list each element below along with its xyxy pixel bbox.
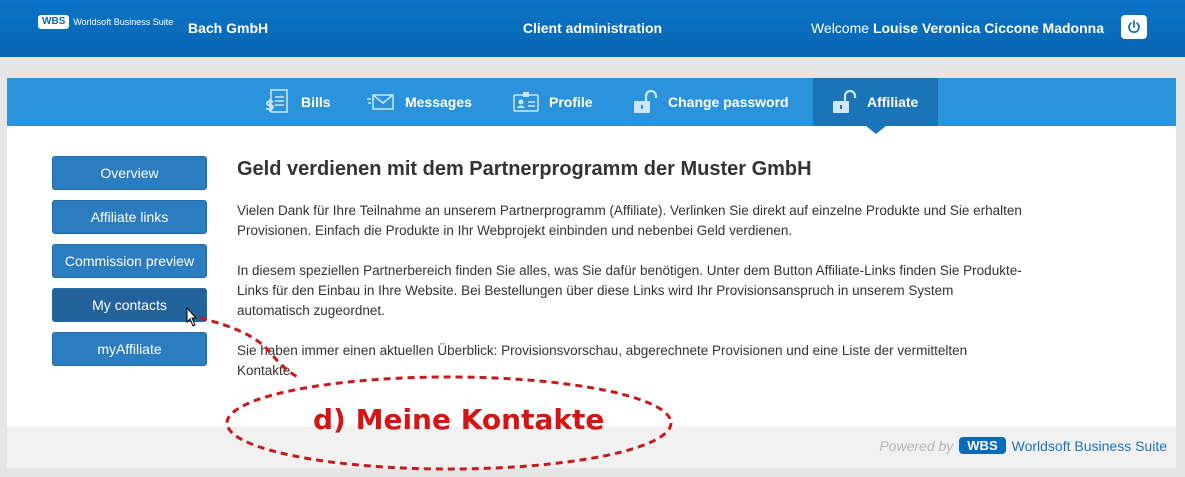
logout-button[interactable] [1121,15,1147,39]
button-label: Overview [100,165,159,181]
top-header: WBS Worldsoft Business Suite Bach GmbH C… [0,0,1185,57]
tab-label: Change password [668,94,789,110]
power-icon [1128,20,1140,34]
sidebar-commission-preview-button[interactable]: Commission preview [52,244,207,278]
sidebar-my-contacts-button[interactable]: My contacts [52,288,207,322]
tab-label: Bills [301,94,331,110]
welcome-text: Welcome Louise Veronica Ciccone Madonna [811,20,1104,36]
id-card-icon [513,92,539,112]
powered-by[interactable]: Powered by WBS Worldsoft Business Suite [879,437,1167,454]
content-paragraph: In diesem speziellen Partnerbereich find… [237,263,1022,318]
unlock-icon [833,89,857,113]
tab-change-password[interactable]: Change password [618,78,803,126]
tab-label: Messages [405,94,472,110]
content-paragraph: Sie haben immer einen aktuellen Überblic… [237,343,968,378]
content-paragraph: Vielen Dank für Ihre Teilnahme an unsere… [237,203,1022,238]
tab-profile[interactable]: Profile [499,78,607,126]
content-heading: Geld verdienen mit dem Partnerprogramm d… [237,158,812,180]
logo-box: WBS [38,15,70,29]
tab-label: Profile [549,94,593,110]
button-label: Commission preview [64,253,195,269]
tab-label: Affiliate [867,94,919,110]
tab-bar: $ Bills Messages Profile Change password… [7,78,1176,134]
suite-name: Worldsoft Business Suite [1011,437,1167,454]
sidebar-myaffiliate-button[interactable]: myAffiliate [52,332,207,366]
sidebar-overview-button[interactable]: Overview [52,156,207,190]
sidebar-affiliate-links-button[interactable]: Affiliate links [52,200,207,234]
bill-icon: $ [265,89,288,114]
unlock-icon [634,89,658,113]
wbs-logo[interactable]: WBS Worldsoft Business Suite [38,15,173,29]
welcome-prefix: Welcome [810,20,873,36]
svg-text:$: $ [265,98,275,114]
annotation-label: d) Meine Kontakte [313,403,605,436]
tab-bills[interactable]: $ Bills [249,78,345,126]
tab-affiliate[interactable]: Affiliate [813,78,938,134]
wbs-badge: WBS [959,437,1006,454]
button-label: Affiliate links [90,209,169,225]
envelope-icon [367,94,394,110]
user-name: Louise Veronica Ciccone Madonna [872,20,1104,36]
button-label: My contacts [92,297,167,313]
company-name: Bach GmbH [188,20,269,36]
logo-text: Worldsoft Business Suite [73,17,174,27]
tab-messages[interactable]: Messages [353,78,486,126]
main-content: Geld verdienen mit dem Partnerprogramm d… [237,158,1027,401]
button-label: myAffiliate [97,341,162,357]
powered-by-text: Powered by [879,437,954,454]
